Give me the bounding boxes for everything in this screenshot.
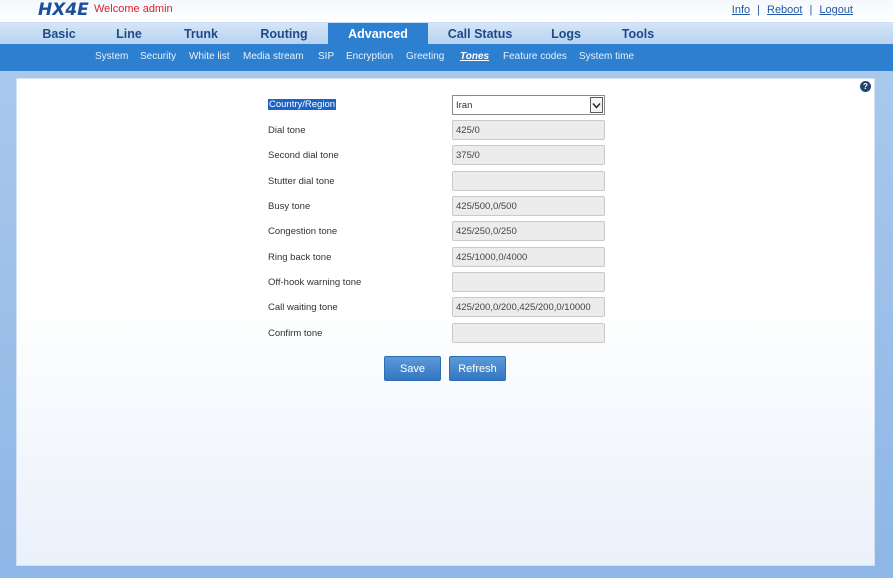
link-separator: | (809, 4, 813, 16)
nav-basic[interactable]: Basic (26, 23, 92, 45)
top-links: Info | Reboot | Logout (732, 4, 853, 16)
stutter-dial-tone-label: Stutter dial tone (268, 176, 335, 187)
congestion-tone-field[interactable] (452, 221, 605, 241)
info-link[interactable]: Info (732, 4, 750, 16)
welcome-text: Welcome admin (94, 3, 173, 15)
nav-call-status[interactable]: Call Status (440, 23, 520, 45)
subnav-greeting[interactable]: Greeting (406, 51, 444, 62)
reboot-link[interactable]: Reboot (767, 4, 802, 16)
off-hook-warning-tone-field[interactable] (452, 272, 605, 292)
dial-tone-field[interactable] (452, 120, 605, 140)
dial-tone-label: Dial tone (268, 125, 306, 136)
subnav-feature-codes[interactable]: Feature codes (503, 51, 567, 62)
subnav-tones[interactable]: Tones (460, 51, 489, 62)
ring-back-tone-field[interactable] (452, 247, 605, 267)
main-nav: Basic Line Trunk Routing Advanced Call S… (0, 22, 893, 45)
call-waiting-tone-field[interactable] (452, 297, 605, 317)
country-region-value: Iran (456, 100, 473, 111)
off-hook-warning-tone-label: Off-hook warning tone (268, 277, 362, 288)
subnav-white-list[interactable]: White list (189, 51, 230, 62)
subnav-encryption[interactable]: Encryption (346, 51, 393, 62)
top-bar: HX4E Welcome admin Info | Reboot | Logout (0, 0, 893, 22)
subnav-media-stream[interactable]: Media stream (243, 51, 304, 62)
subnav-sip[interactable]: SIP (318, 51, 334, 62)
nav-trunk[interactable]: Trunk (168, 23, 234, 45)
subnav-system-time[interactable]: System time (579, 51, 634, 62)
nav-tools[interactable]: Tools (610, 23, 666, 45)
country-region-label: Country/Region (268, 99, 337, 110)
nav-logs[interactable]: Logs (538, 23, 594, 45)
ring-back-tone-label: Ring back tone (268, 252, 332, 263)
confirm-tone-field[interactable] (452, 323, 605, 343)
save-button[interactable]: Save (384, 356, 441, 381)
congestion-tone-label: Congestion tone (268, 226, 338, 237)
link-separator: | (757, 4, 760, 16)
subnav-security[interactable]: Security (140, 51, 176, 62)
logo: HX4E (38, 0, 89, 20)
second-dial-tone-label: Second dial tone (268, 150, 339, 161)
sub-nav: System Security White list Media stream … (0, 44, 893, 71)
busy-tone-label: Busy tone (268, 201, 311, 212)
nav-routing[interactable]: Routing (244, 23, 324, 45)
stutter-dial-tone-field[interactable] (452, 171, 605, 191)
refresh-button[interactable]: Refresh (449, 356, 506, 381)
logout-link[interactable]: Logout (819, 4, 853, 16)
nav-line[interactable]: Line (96, 23, 162, 45)
chevron-down-icon[interactable] (590, 97, 603, 113)
content-panel (16, 78, 875, 566)
country-region-select[interactable]: Iran (452, 95, 605, 115)
help-icon[interactable]: ? (860, 81, 871, 92)
confirm-tone-label: Confirm tone (268, 328, 323, 339)
subnav-system[interactable]: System (95, 51, 128, 62)
nav-advanced[interactable]: Advanced (328, 23, 428, 45)
second-dial-tone-field[interactable] (452, 145, 605, 165)
call-waiting-tone-label: Call waiting tone (268, 302, 338, 313)
busy-tone-field[interactable] (452, 196, 605, 216)
